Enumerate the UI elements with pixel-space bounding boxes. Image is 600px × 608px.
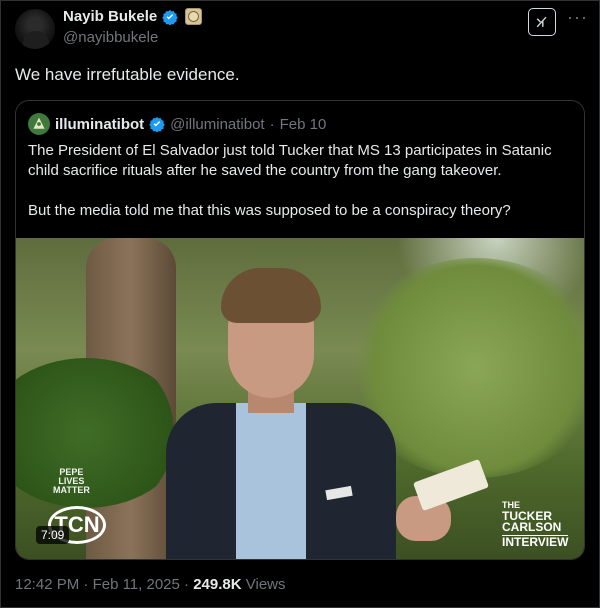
- verified-badge-icon: [149, 116, 165, 133]
- quoted-paragraph: But the media told me that this was supp…: [28, 202, 511, 219]
- government-affiliate-icon[interactable]: [185, 8, 203, 25]
- grok-icon[interactable]: [528, 8, 556, 36]
- video-overlay-text: PEPE LIVES MATTER: [53, 467, 90, 495]
- meta-separator: ·: [269, 115, 275, 133]
- footer-separator: ·: [184, 576, 190, 593]
- author-name[interactable]: Nayib Bukele: [63, 8, 157, 25]
- author-avatar[interactable]: [15, 9, 55, 49]
- views-label: Views: [245, 576, 286, 593]
- quoted-tweet[interactable]: illuminatibot @illuminatibot · Feb 10 Th…: [15, 100, 585, 560]
- verified-badge-icon: [162, 9, 178, 25]
- quoted-author-avatar[interactable]: [28, 113, 50, 135]
- quoted-tweet-text: The President of El Salvador just told T…: [28, 141, 573, 221]
- author-handle[interactable]: @nayibbukele: [63, 29, 158, 46]
- tweet-date[interactable]: Feb 11, 2025: [93, 576, 180, 593]
- video-duration: 7:09: [36, 526, 70, 544]
- footer-separator: ·: [83, 576, 89, 593]
- tweet-footer: 12:42 PM · Feb 11, 2025 · 249.8K Views: [15, 576, 286, 593]
- quoted-tweet-date[interactable]: Feb 10: [280, 116, 327, 133]
- tucker-carlson-interview-brand: THE TUCKER CARLSON INTERVIEW: [502, 500, 569, 549]
- tweet-time[interactable]: 12:42 PM: [15, 576, 79, 593]
- tweet-text: We have irrefutable evidence.: [15, 65, 240, 84]
- quoted-author-handle[interactable]: @illuminatibot: [170, 116, 264, 133]
- quoted-tweet-header: illuminatibot @illuminatibot · Feb 10: [28, 113, 326, 135]
- tweet-card: Nayib Bukele @nayibbukele ··· We have ir…: [0, 0, 600, 608]
- quoted-author-name[interactable]: illuminatibot: [55, 116, 144, 133]
- video-thumbnail-person: [166, 268, 426, 559]
- quoted-paragraph: The President of El Salvador just told T…: [28, 142, 552, 179]
- more-options-icon[interactable]: ···: [567, 7, 588, 28]
- video-player[interactable]: PEPE LIVES MATTER TCN THE TUCKER CARLSON…: [16, 238, 584, 559]
- author-name-row: Nayib Bukele: [63, 8, 203, 25]
- views-count[interactable]: 249.8K: [193, 576, 241, 593]
